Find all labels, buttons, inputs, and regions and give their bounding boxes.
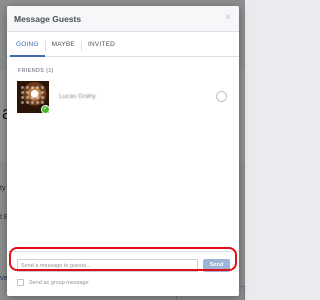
message-guests-dialog: Message Guests × GOING MAYBE INVITED FRI… xyxy=(7,6,239,296)
dialog-header: Message Guests × xyxy=(7,6,239,32)
guest-row[interactable]: ✓ Lucas Grahy xyxy=(17,81,231,115)
tab-invited[interactable]: INVITED xyxy=(82,33,121,57)
guest-tabs: GOING MAYBE INVITED xyxy=(7,33,239,57)
dialog-title: Message Guests xyxy=(14,14,82,24)
friends-section-label: FRIENDS (1) xyxy=(18,68,54,74)
close-icon[interactable]: × xyxy=(225,12,231,23)
guest-select-radio[interactable] xyxy=(216,91,227,102)
tab-going[interactable]: GOING xyxy=(10,33,45,57)
group-message-label: Send as group message xyxy=(29,279,89,286)
check-icon: ✓ xyxy=(41,105,50,114)
group-message-checkbox[interactable] xyxy=(17,279,24,286)
guest-name: Lucas Grahy xyxy=(59,93,96,100)
message-input[interactable] xyxy=(17,259,198,272)
send-button[interactable]: Send xyxy=(203,259,230,272)
message-footer: Send Send as group message xyxy=(7,251,239,296)
tab-maybe[interactable]: MAYBE xyxy=(46,33,81,57)
group-message-option[interactable]: Send as group message xyxy=(17,278,89,287)
